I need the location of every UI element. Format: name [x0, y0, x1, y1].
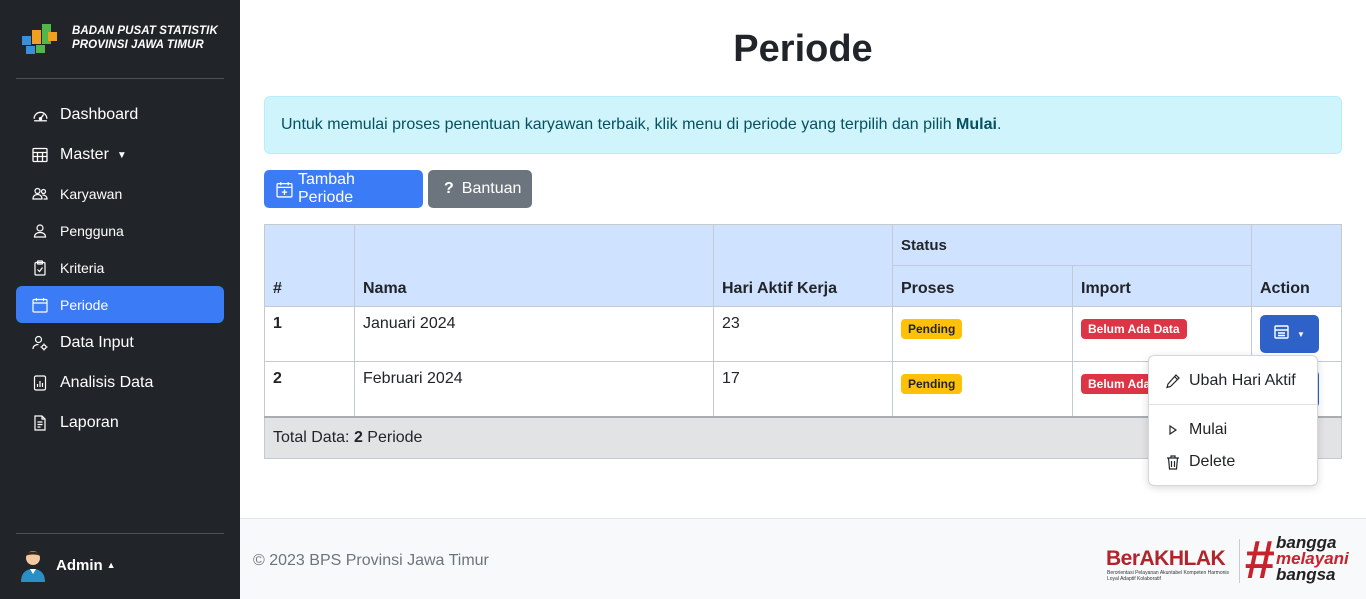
brand-line-1: BADAN PUSAT STATISTIK	[72, 25, 218, 37]
berakhlak-subtitle: Berorientasi Pelayanan Akuntabel Kompete…	[1107, 570, 1230, 582]
menu-item-delete[interactable]: Delete	[1149, 446, 1317, 478]
alert-end: .	[996, 116, 1002, 133]
help-label: Bantuan	[461, 180, 522, 197]
menu-item-label: Delete	[1189, 453, 1236, 470]
total-count: 2	[353, 428, 363, 446]
header-name: Nama	[354, 224, 714, 307]
calendar-plus-icon	[276, 181, 293, 198]
page-title: Periode	[733, 28, 873, 70]
file-bar-chart-icon	[31, 374, 49, 392]
sidebar-item-laporan[interactable]: Laporan	[16, 403, 224, 443]
bps-logo-icon	[22, 24, 57, 54]
hashtag-icon: #	[1244, 530, 1275, 590]
footer-logos: BerAKHLAK Berorientasi Pelayanan Akuntab…	[1106, 533, 1358, 589]
header-days: Hari Aktif Kerja	[713, 224, 893, 307]
main-content: Periode Untuk memulai proses penentuan k…	[240, 0, 1366, 599]
menu-card-icon	[1274, 324, 1292, 345]
sidebar-item-label: Analisis Data	[60, 374, 154, 391]
header-status: Status	[892, 224, 1252, 266]
pencil-icon	[1165, 373, 1181, 389]
row-days: 23	[713, 306, 893, 362]
speedometer-icon	[31, 106, 49, 124]
sidebar-item-karyawan[interactable]: Karyawan	[16, 175, 224, 212]
sidebar-item-dashboard[interactable]: Dashboard	[16, 95, 224, 135]
footer: © 2023 BPS Provinsi Jawa Timur BerAKHLAK…	[240, 518, 1366, 599]
header-process: Proses	[892, 265, 1073, 307]
row-num: 2	[264, 361, 355, 418]
add-period-label: Tambah Periode	[298, 171, 355, 206]
help-button[interactable]: ? Bantuan	[428, 170, 532, 208]
sidebar-divider	[16, 78, 224, 79]
menu-item-label: Ubah Hari Aktif	[1189, 372, 1296, 389]
user-menu[interactable]: Admin ▲	[18, 548, 116, 582]
header-action: Action	[1251, 224, 1342, 307]
row-import-cell: Belum Ada Data	[1072, 306, 1252, 362]
sidebar-item-master[interactable]: Master ▼	[16, 135, 224, 175]
sidebar-nav: Dashboard Master ▼ Karyawan Pengguna Kri…	[16, 95, 224, 443]
person-icon	[31, 222, 49, 240]
people-icon	[31, 185, 49, 203]
sidebar-item-label: Karyawan	[60, 185, 123, 202]
row-name: Januari 2024	[354, 306, 714, 362]
row-num: 1	[264, 306, 355, 362]
play-icon	[1165, 422, 1181, 438]
table-row: 1 Januari 2024 23 Pending Belum Ada Data…	[264, 306, 1342, 362]
sidebar-item-pengguna[interactable]: Pengguna	[16, 212, 224, 249]
person-gear-icon	[31, 334, 49, 352]
header-import: Import	[1072, 265, 1252, 307]
row-days: 17	[713, 361, 893, 418]
sidebar-item-label: Kriteria	[60, 259, 105, 276]
logo-separator	[1239, 539, 1240, 583]
info-alert: Untuk memulai proses penentuan karyawan …	[264, 96, 1342, 154]
status-badge: Pending	[901, 374, 963, 394]
calendar-icon	[31, 296, 49, 314]
row-name: Februari 2024	[354, 361, 714, 418]
berakhlak-logo: BerAKHLAK	[1106, 547, 1226, 570]
sidebar-item-kriteria[interactable]: Kriteria	[16, 249, 224, 286]
alert-text: Untuk memulai proses penentuan karyawan …	[281, 116, 957, 133]
row-process-cell: Pending	[892, 306, 1073, 362]
file-text-icon	[31, 414, 49, 432]
sidebar-item-label: Pengguna	[60, 222, 124, 239]
sidebar-item-analisis-data[interactable]: Analisis Data	[16, 363, 224, 403]
user-name: Admin	[56, 556, 103, 574]
import-badge: Belum Ada Data	[1081, 319, 1187, 339]
caret-down-icon: ▼	[1297, 329, 1305, 339]
status-badge: Pending	[901, 319, 963, 339]
logo2-line3: bangsa	[1276, 565, 1336, 584]
sidebar-item-label: Laporan	[60, 414, 119, 431]
question-icon: ?	[444, 180, 454, 197]
table-icon	[31, 146, 49, 164]
caret-down-icon: ▼	[116, 149, 127, 161]
alert-bold: Mulai	[956, 116, 997, 133]
trash-icon	[1165, 454, 1181, 470]
total-prefix: Total Data:	[273, 428, 354, 446]
menu-divider	[1149, 404, 1317, 405]
row-action-cell: ▼	[1251, 306, 1342, 362]
caret-up-icon: ▲	[106, 560, 116, 570]
sidebar-item-data-input[interactable]: Data Input	[16, 323, 224, 363]
sidebar-item-label: Dashboard	[60, 106, 139, 123]
sidebar-item-periode[interactable]: Periode	[16, 286, 224, 323]
brand[interactable]: BADAN PUSAT STATISTIK PROVINSI JAWA TIMU…	[18, 18, 228, 60]
row-action-menu: Ubah Hari Aktif Mulai Delete	[1148, 355, 1318, 486]
bangga-melayani-logo: bangga melayani bangsa	[1276, 534, 1349, 584]
row-process-cell: Pending	[892, 361, 1073, 418]
avatar	[21, 551, 45, 582]
clipboard-check-icon	[31, 259, 49, 277]
sidebar-bottom-divider	[16, 533, 224, 534]
menu-item-edit-active-days[interactable]: Ubah Hari Aktif	[1149, 365, 1317, 397]
row-action-dropdown-button[interactable]: ▼	[1260, 315, 1319, 353]
total-suffix: Periode	[362, 428, 423, 446]
sidebar: BADAN PUSAT STATISTIK PROVINSI JAWA TIMU…	[0, 0, 240, 599]
copyright: © 2023 BPS Provinsi Jawa Timur	[253, 552, 489, 569]
add-period-button[interactable]: Tambah Periode	[264, 170, 423, 208]
sidebar-item-label: Master	[60, 146, 109, 163]
header-num: #	[264, 224, 355, 307]
brand-line-2: PROVINSI JAWA TIMUR	[72, 39, 204, 51]
sidebar-item-label: Periode	[60, 296, 109, 313]
menu-item-start[interactable]: Mulai	[1149, 414, 1317, 446]
sidebar-item-label: Data Input	[60, 334, 134, 351]
menu-item-label: Mulai	[1189, 421, 1228, 438]
